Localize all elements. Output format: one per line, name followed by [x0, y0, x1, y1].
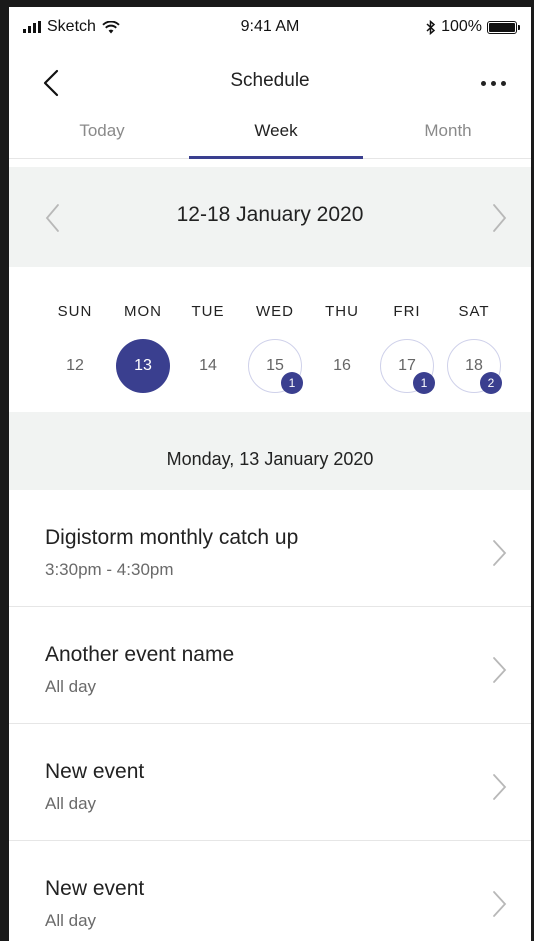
- bluetooth-icon: [426, 19, 436, 35]
- event-time: All day: [45, 794, 97, 813]
- chevron-right-icon: [493, 774, 507, 800]
- day-name: THU: [325, 303, 359, 320]
- chevron-right-icon: [493, 204, 507, 232]
- day-column-wed: WED 15 1: [242, 267, 308, 412]
- list-item[interactable]: Digistorm monthly catch up 3:30pm - 4:30…: [9, 490, 531, 607]
- event-time: All day: [45, 677, 97, 696]
- battery-icon: [487, 20, 520, 34]
- day-strip: SUN 12 MON 13 TUE 14 WED 15 1 THU 16 FRI…: [9, 267, 531, 412]
- day-column-tue: TUE 14: [175, 267, 241, 412]
- event-time: All day: [45, 911, 97, 930]
- more-dots-icon: [480, 80, 486, 86]
- day-number-button[interactable]: 12: [48, 339, 102, 393]
- chevron-right-icon: [493, 891, 507, 917]
- day-number-button[interactable]: 17 1: [380, 339, 435, 394]
- event-title: New event: [45, 877, 145, 900]
- day-name: MON: [124, 303, 162, 320]
- phone-screen: Sketch 9:41 AM 100% Schedule Today Week …: [9, 7, 531, 941]
- next-week-button[interactable]: [487, 201, 511, 235]
- day-number-button[interactable]: 16: [315, 339, 369, 393]
- event-title: Digistorm monthly catch up: [45, 526, 299, 549]
- list-item[interactable]: New event All day: [9, 724, 531, 841]
- tab-month[interactable]: Month: [361, 111, 531, 159]
- day-name: TUE: [191, 303, 225, 320]
- day-number-button[interactable]: 14: [181, 339, 235, 393]
- day-name: WED: [256, 303, 294, 320]
- day-name: FRI: [393, 303, 421, 320]
- more-button[interactable]: [477, 73, 509, 93]
- week-range-label: 12-18 January 2020: [176, 203, 364, 226]
- active-tab-indicator: [189, 156, 363, 159]
- selected-date-label: Monday, 13 January 2020: [166, 449, 374, 469]
- day-column-sun: SUN 12: [42, 267, 108, 412]
- list-item[interactable]: Another event name All day: [9, 607, 531, 724]
- event-title: Another event name: [45, 643, 235, 666]
- day-number-button[interactable]: 15 1: [248, 339, 303, 394]
- day-number-button[interactable]: 18 2: [447, 339, 502, 394]
- selected-date-header: Monday, 13 January 2020: [9, 412, 531, 490]
- chevron-right-icon: [493, 540, 507, 566]
- day-name: SAT: [458, 303, 490, 320]
- status-right: 100%: [426, 18, 520, 36]
- view-tabs: Today Week Month: [9, 111, 531, 159]
- event-list: Digistorm monthly catch up 3:30pm - 4:30…: [9, 490, 531, 941]
- selected-day-button[interactable]: 13: [116, 339, 170, 393]
- day-name: SUN: [57, 303, 93, 320]
- event-time: 3:30pm - 4:30pm: [45, 560, 174, 579]
- status-bar: Sketch 9:41 AM 100%: [9, 7, 531, 47]
- week-header: 12-18 January 2020: [9, 167, 531, 267]
- day-column-fri: FRI 17 1: [374, 267, 440, 412]
- event-count-badge: 1: [281, 372, 303, 394]
- battery-label: 100%: [441, 18, 482, 35]
- nav-bar: Schedule: [9, 47, 531, 111]
- tab-today[interactable]: Today: [15, 111, 189, 159]
- event-count-badge: 2: [480, 372, 502, 394]
- tab-week[interactable]: Week: [189, 111, 363, 159]
- event-title: New event: [45, 760, 145, 783]
- event-count-badge: 1: [413, 372, 435, 394]
- day-column-thu: THU 16: [309, 267, 375, 412]
- list-item[interactable]: New event All day: [9, 841, 531, 941]
- chevron-right-icon: [493, 657, 507, 683]
- day-column-mon: MON 13: [110, 267, 176, 412]
- day-column-sat: SAT 18 2: [441, 267, 507, 412]
- page-title: Schedule: [230, 70, 310, 91]
